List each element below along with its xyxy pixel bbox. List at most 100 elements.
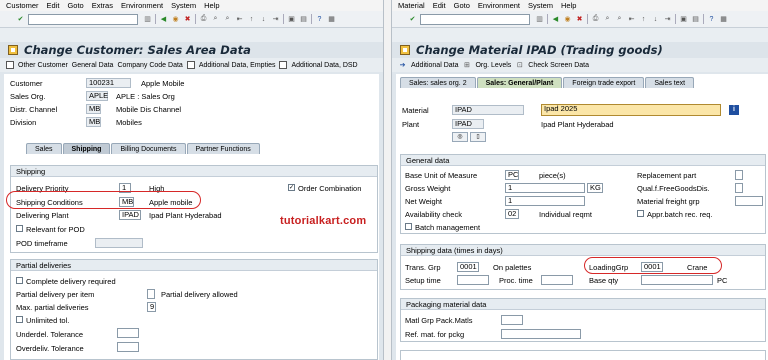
separator — [283, 14, 284, 24]
exit-icon[interactable]: ◉ — [563, 15, 572, 24]
relevant-for-pod-checkbox[interactable] — [16, 225, 23, 232]
base-uom-field[interactable]: PC — [505, 170, 519, 180]
last-page-icon[interactable]: ⇥ — [663, 15, 672, 24]
save-icon[interactable]: ▥ — [535, 15, 544, 24]
ref-mat-pckg-field[interactable] — [501, 329, 581, 339]
menu-help[interactable]: Help — [204, 1, 219, 10]
first-page-icon[interactable]: ⇤ — [235, 15, 244, 24]
back-icon[interactable]: ◀ — [159, 15, 168, 24]
tab-sales[interactable]: Sales — [26, 143, 62, 154]
help-icon[interactable]: ? — [315, 15, 324, 24]
material-freight-grp-field[interactable] — [735, 196, 763, 206]
proc-time-field[interactable] — [541, 275, 573, 285]
availability-check-field[interactable]: 02 — [505, 209, 519, 219]
material-description-field[interactable]: Ipad 2025 — [541, 104, 721, 116]
prev-page-icon[interactable]: ↑ — [639, 15, 648, 24]
net-weight-field[interactable]: 1 — [505, 196, 585, 206]
pane-divider[interactable] — [383, 0, 392, 360]
tab-partner-functions[interactable]: Partner Functions — [186, 143, 260, 154]
back-icon[interactable]: ◀ — [551, 15, 560, 24]
cancel-icon[interactable]: ✖ — [575, 15, 584, 24]
new-session-icon[interactable]: ▣ — [287, 15, 296, 24]
help-icon[interactable]: ? — [707, 15, 716, 24]
tab-foreign-trade-export[interactable]: Foreign trade export — [563, 77, 645, 88]
menu-environment[interactable]: Environment — [121, 1, 163, 10]
find-next-icon[interactable]: ⌕ — [223, 15, 232, 24]
create-icon[interactable]: ▯ — [470, 132, 486, 142]
print-icon[interactable]: ⎙ — [591, 15, 600, 24]
underdel-tolerance-field[interactable] — [117, 328, 139, 338]
gross-weight-field[interactable]: 1 — [505, 183, 585, 193]
menu-help[interactable]: Help — [561, 1, 576, 10]
print-icon[interactable]: ⎙ — [199, 15, 208, 24]
menu-customer[interactable]: Customer — [6, 1, 39, 10]
menu-system[interactable]: System — [171, 1, 196, 10]
complete-delivery-checkbox[interactable] — [16, 277, 23, 284]
last-page-icon[interactable]: ⇥ — [271, 15, 280, 24]
first-page-icon[interactable]: ⇤ — [627, 15, 636, 24]
additional-dsd-icon — [279, 61, 288, 69]
cancel-icon[interactable]: ✖ — [183, 15, 192, 24]
tab-sales-org-2[interactable]: Sales: sales org. 2 — [400, 77, 476, 88]
command-field[interactable] — [28, 13, 138, 25]
general-data-button[interactable]: General Data — [72, 62, 114, 69]
menu-goto[interactable]: Goto — [454, 1, 470, 10]
replacement-part-field[interactable] — [735, 170, 743, 180]
additional-dsd-button[interactable]: Additional Data, DSD — [291, 62, 357, 69]
menu-goto[interactable]: Goto — [67, 1, 83, 10]
exit-icon[interactable]: ◉ — [171, 15, 180, 24]
batch-management-checkbox[interactable] — [405, 223, 412, 230]
unlimited-tol-checkbox[interactable] — [16, 316, 23, 323]
other-customer-button[interactable]: Other Customer — [18, 62, 68, 69]
command-field[interactable] — [420, 13, 530, 25]
find-next-icon[interactable]: ⌕ — [615, 15, 624, 24]
shortcut-icon[interactable]: ▤ — [299, 15, 308, 24]
enter-icon[interactable]: ✔ — [408, 15, 417, 24]
appr-batch-checkbox[interactable] — [637, 210, 644, 217]
delivering-plant-field[interactable]: IPAD — [119, 210, 141, 220]
info-icon[interactable]: i — [729, 105, 739, 115]
tab-billing-documents[interactable]: Billing Documents — [111, 143, 186, 154]
additional-empties-button[interactable]: Additional Data, Empties — [199, 62, 276, 69]
highlight-loading-group — [584, 257, 722, 274]
find-icon[interactable]: ⌕ — [211, 15, 220, 24]
matl-grp-pack-field[interactable] — [501, 315, 523, 325]
company-code-data-button[interactable]: Company Code Data — [117, 62, 182, 69]
menu-system[interactable]: System — [528, 1, 553, 10]
tab-sales-text[interactable]: Sales text — [645, 77, 695, 88]
partial-per-item-field[interactable] — [147, 289, 155, 299]
setup-time-field[interactable] — [457, 275, 489, 285]
menu-edit[interactable]: Edit — [433, 1, 446, 10]
new-session-icon[interactable]: ▣ — [679, 15, 688, 24]
next-page-icon[interactable]: ↓ — [651, 15, 660, 24]
layout-icon[interactable]: ▦ — [719, 15, 728, 24]
save-icon[interactable]: ▥ — [143, 15, 152, 24]
next-page-icon[interactable]: ↓ — [259, 15, 268, 24]
tab-shipping[interactable]: Shipping — [62, 143, 111, 154]
menu-extras[interactable]: Extras — [92, 1, 113, 10]
tab-sales-general-plant[interactable]: Sales: General/Plant — [476, 77, 563, 88]
check-screen-data-button[interactable]: Check Screen Data — [528, 62, 589, 69]
document-icon — [400, 45, 410, 55]
menu-edit[interactable]: Edit — [47, 1, 60, 10]
layout-icon[interactable]: ▦ — [327, 15, 336, 24]
enter-icon[interactable]: ✔ — [16, 15, 25, 24]
title-bar: Change Customer: Sales Area Data — [0, 42, 383, 58]
weight-unit-field[interactable]: KG — [587, 183, 603, 193]
order-combination-label: Order Combination — [298, 184, 362, 193]
trans-grp-field[interactable]: 0001 — [457, 262, 479, 272]
order-combination-checkbox[interactable]: ✓ — [288, 184, 295, 191]
additional-data-button[interactable]: Additional Data — [411, 62, 458, 69]
qual-free-goods-field[interactable] — [735, 183, 743, 193]
overdeliv-tolerance-field[interactable] — [117, 342, 139, 352]
org-levels-button[interactable]: Org. Levels — [475, 62, 511, 69]
menu-environment[interactable]: Environment — [478, 1, 520, 10]
find-icon[interactable]: ⌕ — [603, 15, 612, 24]
glasses-icon[interactable]: ◎ — [452, 132, 468, 142]
base-qty-field[interactable] — [641, 275, 713, 285]
menu-material[interactable]: Material — [398, 1, 425, 10]
shortcut-icon[interactable]: ▤ — [691, 15, 700, 24]
max-partial-field[interactable]: 9 — [147, 302, 156, 312]
prev-page-icon[interactable]: ↑ — [247, 15, 256, 24]
menu-bar: Customer Edit Goto Extras Environment Sy… — [0, 0, 383, 11]
